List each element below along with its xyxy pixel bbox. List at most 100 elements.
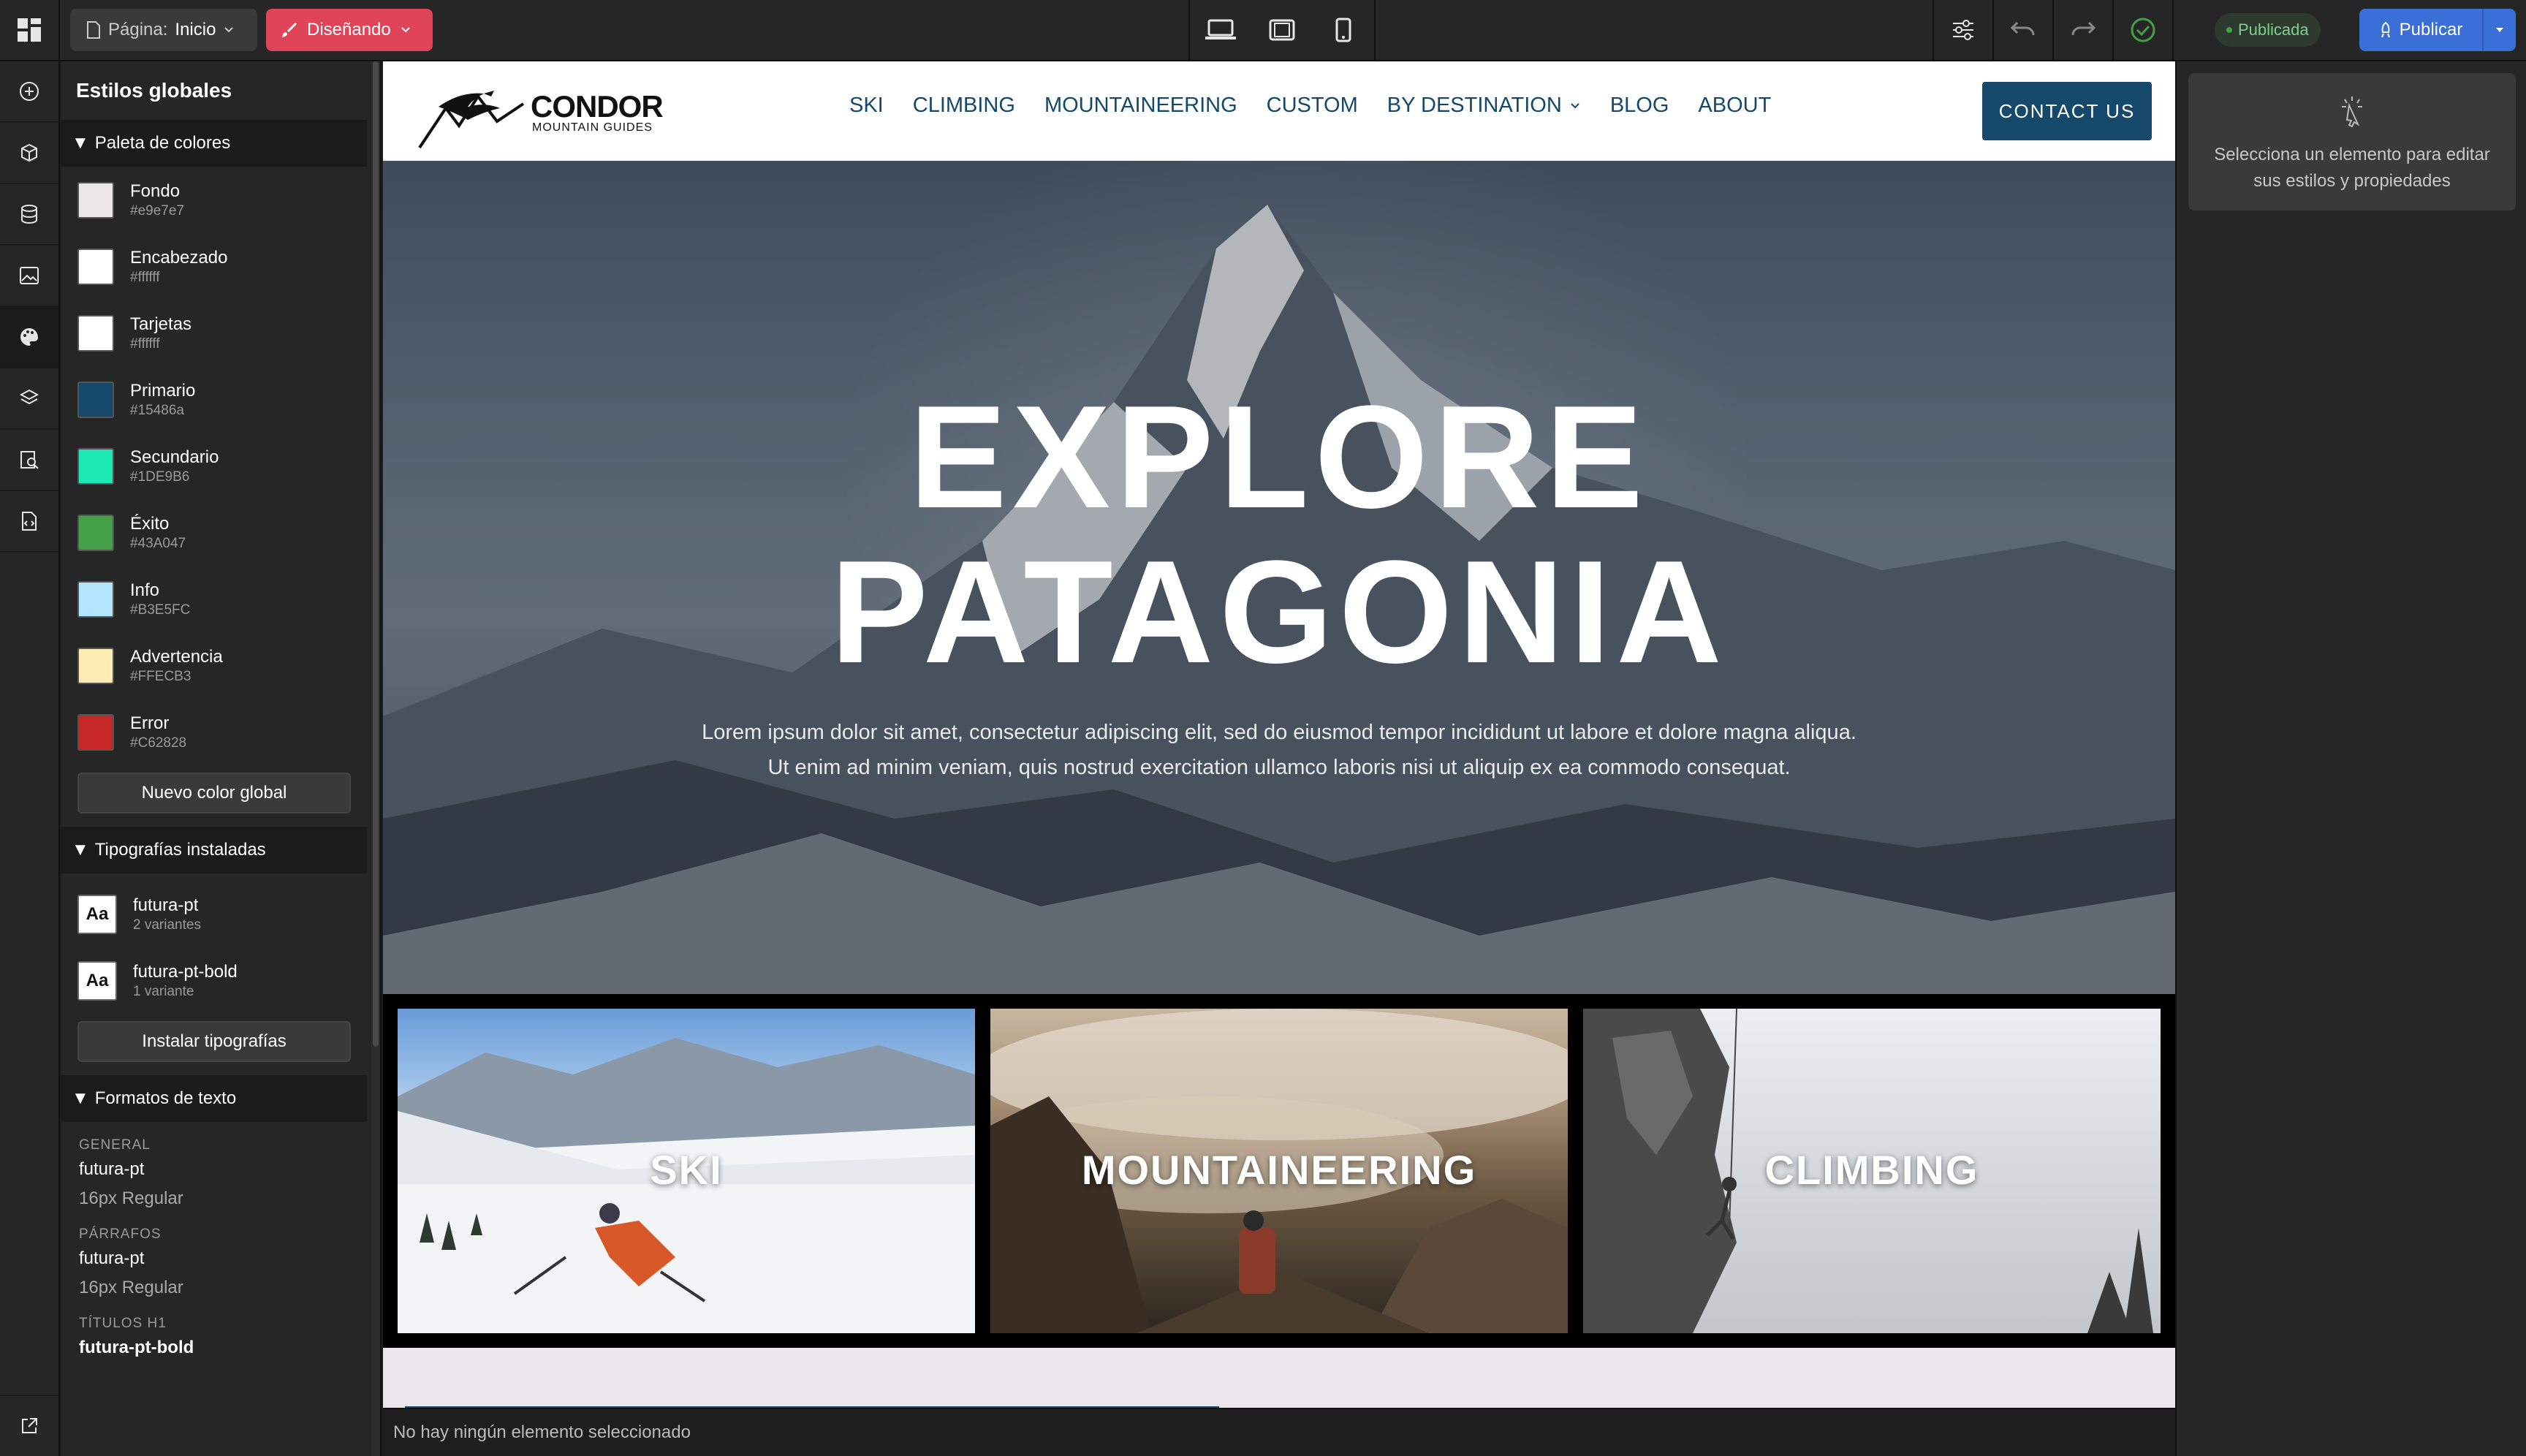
font-variants: 1 variante bbox=[133, 983, 194, 999]
panel-scrollbar[interactable] bbox=[371, 61, 380, 1456]
app-menu-button[interactable] bbox=[0, 0, 60, 60]
redo-button[interactable] bbox=[2054, 0, 2114, 60]
new-global-color-button[interactable]: Nuevo color global bbox=[77, 773, 351, 814]
publish-main[interactable]: Publicar bbox=[2359, 20, 2482, 40]
color-item-info[interactable]: Info #B3E5FC bbox=[61, 566, 367, 632]
color-swatch[interactable] bbox=[77, 181, 114, 219]
selection-status-bar: No hay ningún elemento seleccionado bbox=[383, 1408, 2175, 1456]
nav-link-about[interactable]: ABOUT bbox=[1698, 94, 1771, 118]
components-button[interactable] bbox=[0, 123, 58, 184]
code-file-button[interactable] bbox=[0, 491, 58, 553]
color-hex: #e9e7e7 bbox=[130, 202, 184, 219]
install-fonts-button[interactable]: Instalar tipografías bbox=[77, 1021, 351, 1062]
publish-options-button[interactable] bbox=[2482, 9, 2516, 51]
color-item-secundario[interactable]: Secundario #1DE9B6 bbox=[61, 433, 367, 499]
site-logo[interactable]: CONDOR MOUNTAIN GUIDES bbox=[417, 75, 665, 151]
nav-link-ski[interactable]: SKI bbox=[849, 94, 884, 118]
nav-link-custom[interactable]: CUSTOM bbox=[1267, 94, 1358, 118]
brush-icon bbox=[282, 23, 297, 37]
nav-link-by-destination[interactable]: BY DESTINATION bbox=[1387, 94, 1581, 118]
empty-selection-hint: Selecciona un elemento para editar sus e… bbox=[2214, 145, 2490, 191]
add-element-button[interactable] bbox=[0, 61, 58, 123]
color-item-encabezado[interactable]: Encabezado #ffffff bbox=[61, 233, 367, 300]
status-dot bbox=[2226, 27, 2232, 33]
scrollbar-thumb[interactable] bbox=[373, 61, 379, 1047]
formats-section-header[interactable]: ▼ Formatos de texto bbox=[61, 1075, 367, 1122]
nav-link-mountaineering[interactable]: MOUNTAINEERING bbox=[1044, 94, 1237, 118]
fonts-section-header[interactable]: ▼ Tipografías instaladas bbox=[61, 827, 367, 873]
page-inspector-button[interactable] bbox=[0, 430, 58, 491]
image-icon bbox=[20, 267, 39, 284]
text-format-label: GENERAL bbox=[79, 1137, 151, 1153]
contact-us-button[interactable]: CONTACT US bbox=[1982, 82, 2152, 140]
card-mountaineering[interactable]: MOUNTAINEERING bbox=[990, 1009, 1568, 1333]
color-item-tarjetas[interactable]: Tarjetas #ffffff bbox=[61, 300, 367, 366]
publish-label: Publicar bbox=[2399, 20, 2463, 39]
font-item[interactable]: Aa futura-pt-bold 1 variante bbox=[61, 947, 367, 1014]
panel-title: Estilos globales bbox=[76, 79, 232, 102]
laptop-icon bbox=[1205, 19, 1236, 39]
color-item-primario[interactable]: Primario #15486a bbox=[61, 366, 367, 433]
card-ski[interactable]: SKI bbox=[398, 1009, 975, 1333]
hero-section[interactable]: EXPLORE PATAGONIA Lorem ipsum dolor sit … bbox=[383, 161, 2175, 994]
undo-button[interactable] bbox=[1994, 0, 2054, 60]
palette-icon bbox=[20, 328, 38, 346]
properties-panel: Selecciona un elemento para editar sus e… bbox=[2175, 61, 2526, 1456]
database-icon bbox=[21, 205, 37, 224]
activity-cards: SKI MOUNTAINEERING CLIMBING bbox=[383, 994, 2175, 1348]
color-swatch[interactable] bbox=[77, 580, 114, 618]
text-format-item[interactable]: TÍTULOS H1 futura-pt-bold bbox=[61, 1313, 367, 1362]
color-swatch[interactable] bbox=[77, 248, 114, 285]
color-item-exito[interactable]: Éxito #43A047 bbox=[61, 499, 367, 566]
color-hex: #ffffff bbox=[130, 335, 160, 352]
next-section[interactable] bbox=[383, 1348, 2175, 1408]
color-swatch[interactable] bbox=[77, 314, 114, 352]
font-item[interactable]: Aa futura-pt 2 variantes bbox=[61, 881, 367, 947]
dashboard-icon bbox=[18, 18, 41, 42]
publish-button[interactable]: Publicar bbox=[2359, 9, 2516, 51]
page-selector[interactable]: Página: Inicio bbox=[70, 9, 257, 51]
color-hex: #C62828 bbox=[130, 735, 187, 751]
color-name: Primario bbox=[130, 380, 196, 401]
site-header[interactable]: CONDOR MOUNTAIN GUIDES SKI CLIMBING MOUN… bbox=[383, 61, 2175, 161]
page-selector-value: Inicio bbox=[175, 20, 216, 39]
mobile-view-button[interactable] bbox=[1313, 0, 1374, 60]
color-swatch[interactable] bbox=[77, 514, 114, 551]
card-climbing[interactable]: CLIMBING bbox=[1583, 1009, 2161, 1333]
palette-section-header[interactable]: ▼ Paleta de colores bbox=[61, 120, 367, 167]
color-swatch[interactable] bbox=[77, 713, 114, 751]
saved-status-button[interactable] bbox=[2114, 0, 2174, 60]
color-item-error[interactable]: Error #C62828 bbox=[61, 699, 367, 765]
color-swatch[interactable] bbox=[77, 447, 114, 485]
design-canvas[interactable]: CONDOR MOUNTAIN GUIDES SKI CLIMBING MOUN… bbox=[383, 61, 2175, 1408]
external-link-icon bbox=[22, 1418, 37, 1433]
color-name: Éxito bbox=[130, 513, 170, 534]
global-styles-panel: Estilos globales ▼ Paleta de colores Fon… bbox=[61, 61, 382, 1456]
hero-title[interactable]: EXPLORE PATAGONIA bbox=[383, 380, 2175, 690]
global-styles-button[interactable] bbox=[0, 307, 58, 368]
settings-button[interactable] bbox=[1934, 0, 1994, 60]
chevron-down-icon bbox=[224, 27, 234, 33]
color-hex: #FFECB3 bbox=[130, 668, 191, 684]
database-button[interactable] bbox=[0, 184, 58, 246]
nav-link-climbing[interactable]: CLIMBING bbox=[913, 94, 1015, 118]
open-external-button[interactable] bbox=[0, 1395, 58, 1456]
color-swatch[interactable] bbox=[77, 381, 114, 418]
media-button[interactable] bbox=[0, 246, 58, 307]
nav-link-blog[interactable]: BLOG bbox=[1610, 94, 1669, 118]
color-swatch[interactable] bbox=[77, 647, 114, 684]
desktop-view-button[interactable] bbox=[1190, 0, 1251, 60]
mode-selector[interactable]: Diseñando bbox=[266, 9, 433, 51]
tablet-view-button[interactable] bbox=[1251, 0, 1313, 60]
text-format-item[interactable]: PÁRRAFOS futura-pt 16px Regular bbox=[61, 1224, 367, 1303]
layers-button[interactable] bbox=[0, 368, 58, 430]
text-format-item[interactable]: GENERAL futura-pt 16px Regular bbox=[61, 1122, 367, 1214]
formats-section-title: Formatos de texto bbox=[94, 1088, 237, 1108]
color-hex: #ffffff bbox=[130, 269, 160, 285]
color-hex: #B3E5FC bbox=[130, 602, 191, 618]
hero-paragraph[interactable]: Lorem ipsum dolor sit amet, consectetur … bbox=[694, 715, 1864, 785]
color-item-advertencia[interactable]: Advertencia #FFECB3 bbox=[61, 632, 367, 699]
color-item-fondo[interactable]: Fondo #e9e7e7 bbox=[61, 167, 367, 233]
undo-icon bbox=[2010, 21, 2035, 36]
color-hex: #15486a bbox=[130, 402, 184, 418]
